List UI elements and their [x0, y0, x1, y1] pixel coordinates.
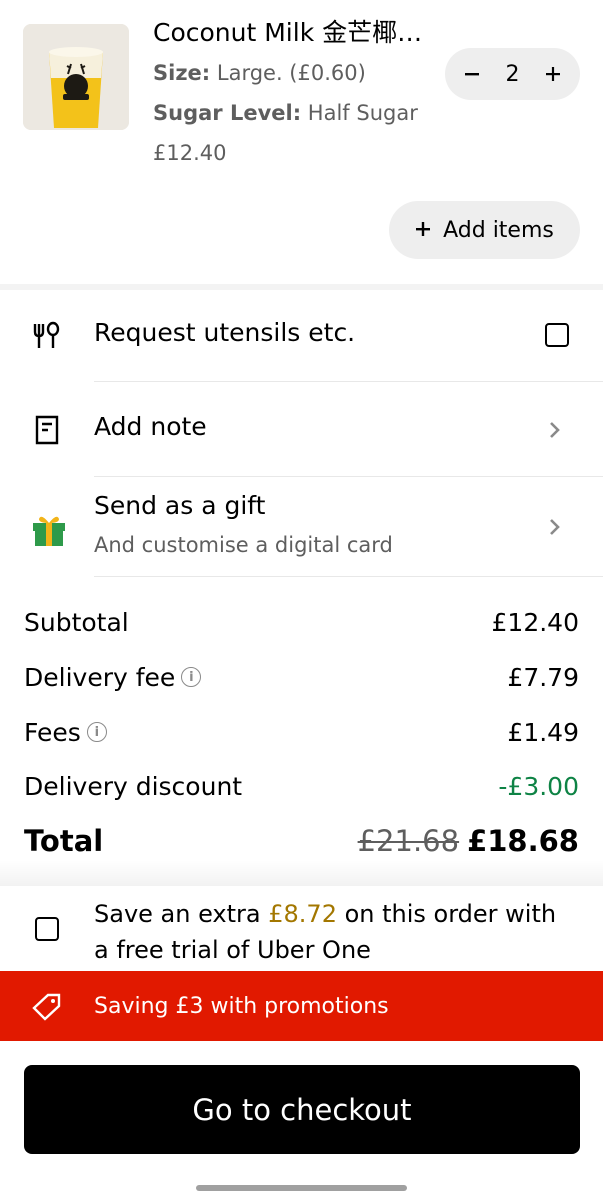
size-value: Large. (£0.60) — [216, 61, 366, 85]
delivery-fee-label: Delivery fee — [24, 662, 176, 692]
promotions-label: Saving £3 with promotions — [94, 993, 389, 1019]
total-original-value: £21.68 — [357, 824, 460, 858]
add-items-label: Add items — [443, 217, 554, 243]
checkout-sheet: Save an extra £8.72 on this order with a… — [0, 886, 603, 1200]
quantity-value: 2 — [505, 61, 520, 87]
size-label: Size: — [153, 61, 211, 85]
info-icon[interactable]: i — [86, 722, 107, 742]
fees-value: £1.49 — [507, 717, 579, 747]
subtotal-value: £12.40 — [491, 607, 579, 637]
checkout-button[interactable]: Go to checkout — [24, 1065, 580, 1154]
info-icon[interactable]: i — [181, 667, 202, 687]
sugar-value: Half Sugar — [307, 101, 418, 125]
uber-one-amount: £8.72 — [268, 900, 337, 928]
total-value: £18.68 — [467, 824, 579, 858]
promotions-banner[interactable]: Saving £3 with promotions — [0, 971, 603, 1041]
minus-icon[interactable] — [461, 63, 483, 85]
fees-label: Fees — [24, 717, 81, 747]
tag-icon — [32, 993, 62, 1021]
uber-one-text-before: Save an extra — [94, 900, 269, 928]
fees-line: Fees i £1.49 — [24, 715, 579, 749]
cart-item[interactable]: Coconut Milk 金芒椰… Size: Large. (£0.60) S… — [0, 0, 603, 284]
add-note-label: Add note — [94, 412, 207, 441]
delivery-fee-value: £7.79 — [507, 662, 579, 692]
utensils-checkbox[interactable] — [545, 323, 569, 347]
utensils-row[interactable]: Request utensils etc. — [0, 290, 603, 382]
row-divider — [94, 576, 603, 577]
utensils-icon — [31, 320, 63, 352]
item-thumbnail[interactable] — [23, 24, 129, 130]
cart-page: Coconut Milk 金芒椰… Size: Large. (£0.60) S… — [0, 0, 603, 1200]
delivery-discount-line: Delivery discount -£3.00 — [24, 769, 579, 803]
send-as-gift-row[interactable]: Send as a gift And customise a digital c… — [0, 477, 603, 577]
item-name: Coconut Milk 金芒椰… — [153, 18, 423, 47]
delivery-discount-value: -£3.00 — [498, 771, 579, 801]
add-items-button[interactable]: Add items — [389, 201, 580, 259]
chevron-right-icon — [548, 419, 562, 441]
uber-one-offer[interactable]: Save an extra £8.72 on this order with a… — [94, 896, 574, 968]
home-indicator — [196, 1185, 407, 1191]
gift-sublabel: And customise a digital card — [94, 533, 393, 557]
utensils-label: Request utensils etc. — [94, 318, 356, 347]
uber-one-checkbox[interactable] — [35, 917, 59, 941]
item-sugar-level: Sugar Level: Half Sugar — [153, 98, 418, 128]
subtotal-line: Subtotal £12.40 — [24, 605, 579, 639]
delivery-fee-line: Delivery fee i £7.79 — [24, 660, 579, 694]
item-price: £12.40 — [153, 141, 227, 165]
item-size: Size: Large. (£0.60) — [153, 58, 366, 88]
note-icon — [34, 415, 66, 447]
sugar-label: Sugar Level: — [153, 101, 302, 125]
gift-label: Send as a gift — [94, 491, 266, 520]
chevron-right-icon — [548, 516, 562, 538]
gift-icon — [31, 511, 67, 547]
plus-icon[interactable] — [542, 63, 564, 85]
delivery-discount-label: Delivery discount — [24, 771, 243, 801]
quantity-stepper[interactable]: 2 — [445, 48, 580, 100]
add-note-row[interactable]: Add note — [0, 382, 603, 477]
total-line: Total £21.68 £18.68 — [24, 823, 579, 859]
total-label: Total — [24, 824, 104, 858]
plus-icon — [415, 218, 431, 243]
subtotal-label: Subtotal — [24, 607, 129, 637]
